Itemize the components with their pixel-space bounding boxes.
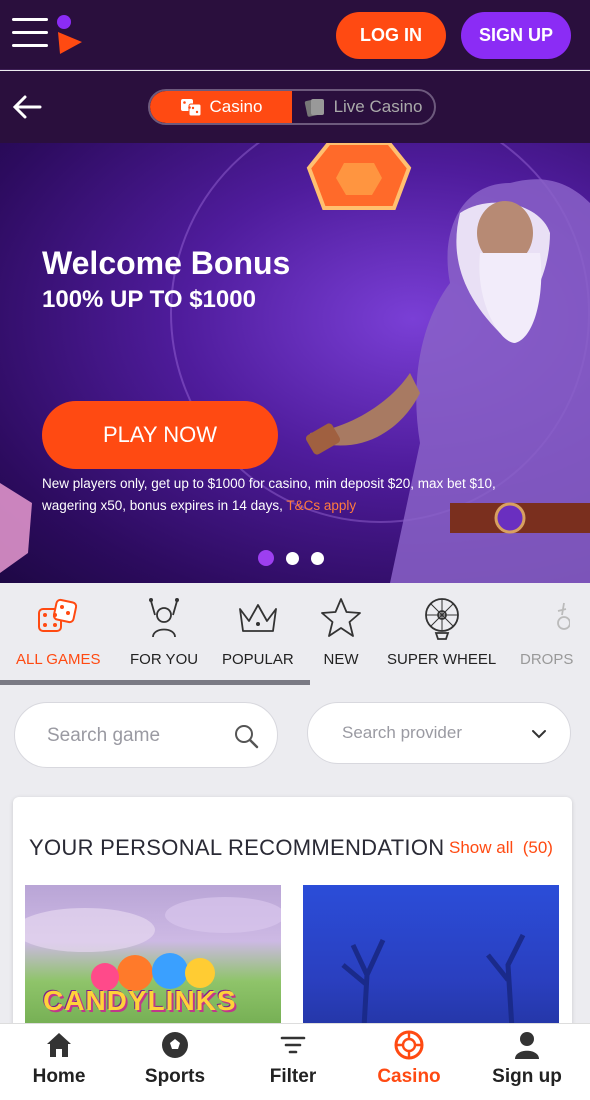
home-icon [47, 1033, 71, 1057]
category-label: DROPS [520, 651, 574, 668]
login-button[interactable]: LOG IN [336, 12, 446, 59]
menu-icon[interactable] [12, 18, 48, 50]
game-artwork [341, 933, 526, 1037]
category-label: FOR YOU [130, 651, 199, 668]
show-all-link[interactable]: Show all (50) [449, 838, 553, 858]
crystal-illustration [0, 483, 32, 573]
search-provider-select[interactable]: Search provider [307, 702, 571, 764]
terms-link[interactable]: T&Cs apply [286, 498, 356, 513]
category-label: NEW [323, 651, 359, 668]
nav-casino[interactable]: Casino [350, 1030, 468, 1088]
cards-icon [304, 99, 324, 117]
nav-label: Sports [144, 1066, 206, 1087]
nav-label: Home [32, 1066, 86, 1087]
category-scroll-indicator [0, 680, 310, 685]
category-label: POPULAR [222, 651, 294, 668]
show-all-label: Show all [449, 838, 514, 857]
soccer-ball-icon [162, 1032, 188, 1058]
game-tile-2[interactable] [303, 885, 559, 1037]
category-label: SUPER WHEEL [387, 651, 497, 668]
category-bar: ALL GAMES FOR YOU POPULAR NEW SUPER WHEE… [0, 583, 590, 687]
user-icon [515, 1032, 539, 1059]
welcome-bonus-banner[interactable]: Welcome Bonus 100% UP TO $1000 PLAY NOW … [0, 143, 590, 583]
drops-icon [556, 602, 570, 630]
game-tile-candylinks[interactable]: CANDYLINKS [25, 885, 281, 1037]
filter-icon [280, 1036, 306, 1054]
play-now-button[interactable]: PLAY NOW [42, 401, 278, 469]
game-title: CANDYLINKS [43, 985, 237, 1016]
nav-label: Sign up [492, 1066, 562, 1087]
category-label: ALL GAMES [16, 651, 101, 668]
nav-label: Casino [377, 1066, 441, 1087]
bonus-terms: New players only, get up to $1000 for ca… [42, 473, 512, 517]
nav-label: Filter [269, 1066, 317, 1087]
search-provider-placeholder: Search provider [342, 723, 463, 742]
carousel-dot-3[interactable] [311, 551, 324, 565]
tab-casino-label: Casino [209, 97, 263, 116]
category-popular[interactable]: POPULAR [222, 595, 294, 668]
tab-live-casino[interactable]: Live Casino [292, 91, 434, 123]
nav-home[interactable]: Home [0, 1030, 118, 1088]
category-for-you[interactable]: FOR YOU [130, 595, 198, 668]
signup-button[interactable]: SIGN UP [461, 12, 571, 59]
carousel-dot-1[interactable] [258, 550, 274, 566]
chevron-down-icon [532, 730, 546, 739]
dice-icon [38, 598, 78, 632]
crown-icon [238, 604, 277, 632]
show-all-count: (50) [522, 838, 553, 857]
star-icon [321, 598, 361, 637]
dice-icon [180, 99, 202, 117]
back-arrow-icon[interactable] [12, 93, 42, 121]
search-game-field[interactable] [14, 702, 278, 768]
category-all-games[interactable]: ALL GAMES [16, 595, 100, 668]
mode-bar: Casino Live Casino [0, 71, 590, 143]
bottom-navigation: Home Sports Filter Casino Sign up [0, 1023, 590, 1100]
recommendation-panel: YOUR PERSONAL RECOMMENDATION Show all (5… [13, 797, 572, 1037]
search-icon[interactable] [233, 723, 259, 749]
banner-subtitle: 100% UP TO $1000 [42, 286, 256, 313]
tab-casino[interactable]: Casino [150, 91, 292, 123]
person-cheer-icon [149, 598, 180, 638]
category-super-wheel[interactable]: SUPER WHEEL [387, 595, 496, 668]
top-bar: LOG IN SIGN UP [0, 0, 590, 70]
bonus-terms-text: New players only, get up to $1000 for ca… [42, 476, 496, 513]
casino-chip-icon [394, 1030, 424, 1060]
wheel-icon [424, 598, 459, 640]
category-new[interactable]: NEW [318, 595, 364, 668]
recommendation-title: YOUR PERSONAL RECOMMENDATION [29, 835, 445, 860]
casino-mode-toggle: Casino Live Casino [148, 89, 436, 125]
tab-live-casino-label: Live Casino [333, 97, 423, 116]
brand-logo[interactable] [52, 14, 86, 56]
nav-signup[interactable]: Sign up [468, 1030, 586, 1088]
carousel-dot-2[interactable] [286, 551, 299, 565]
nav-filter[interactable]: Filter [234, 1030, 352, 1088]
banner-title: Welcome Bonus [42, 245, 291, 281]
nav-sports[interactable]: Sports [116, 1030, 234, 1088]
search-game-input[interactable] [47, 721, 227, 751]
category-drops[interactable]: DROPS [520, 595, 573, 668]
carousel-dots [258, 550, 324, 566]
gem-illustration [306, 143, 412, 210]
